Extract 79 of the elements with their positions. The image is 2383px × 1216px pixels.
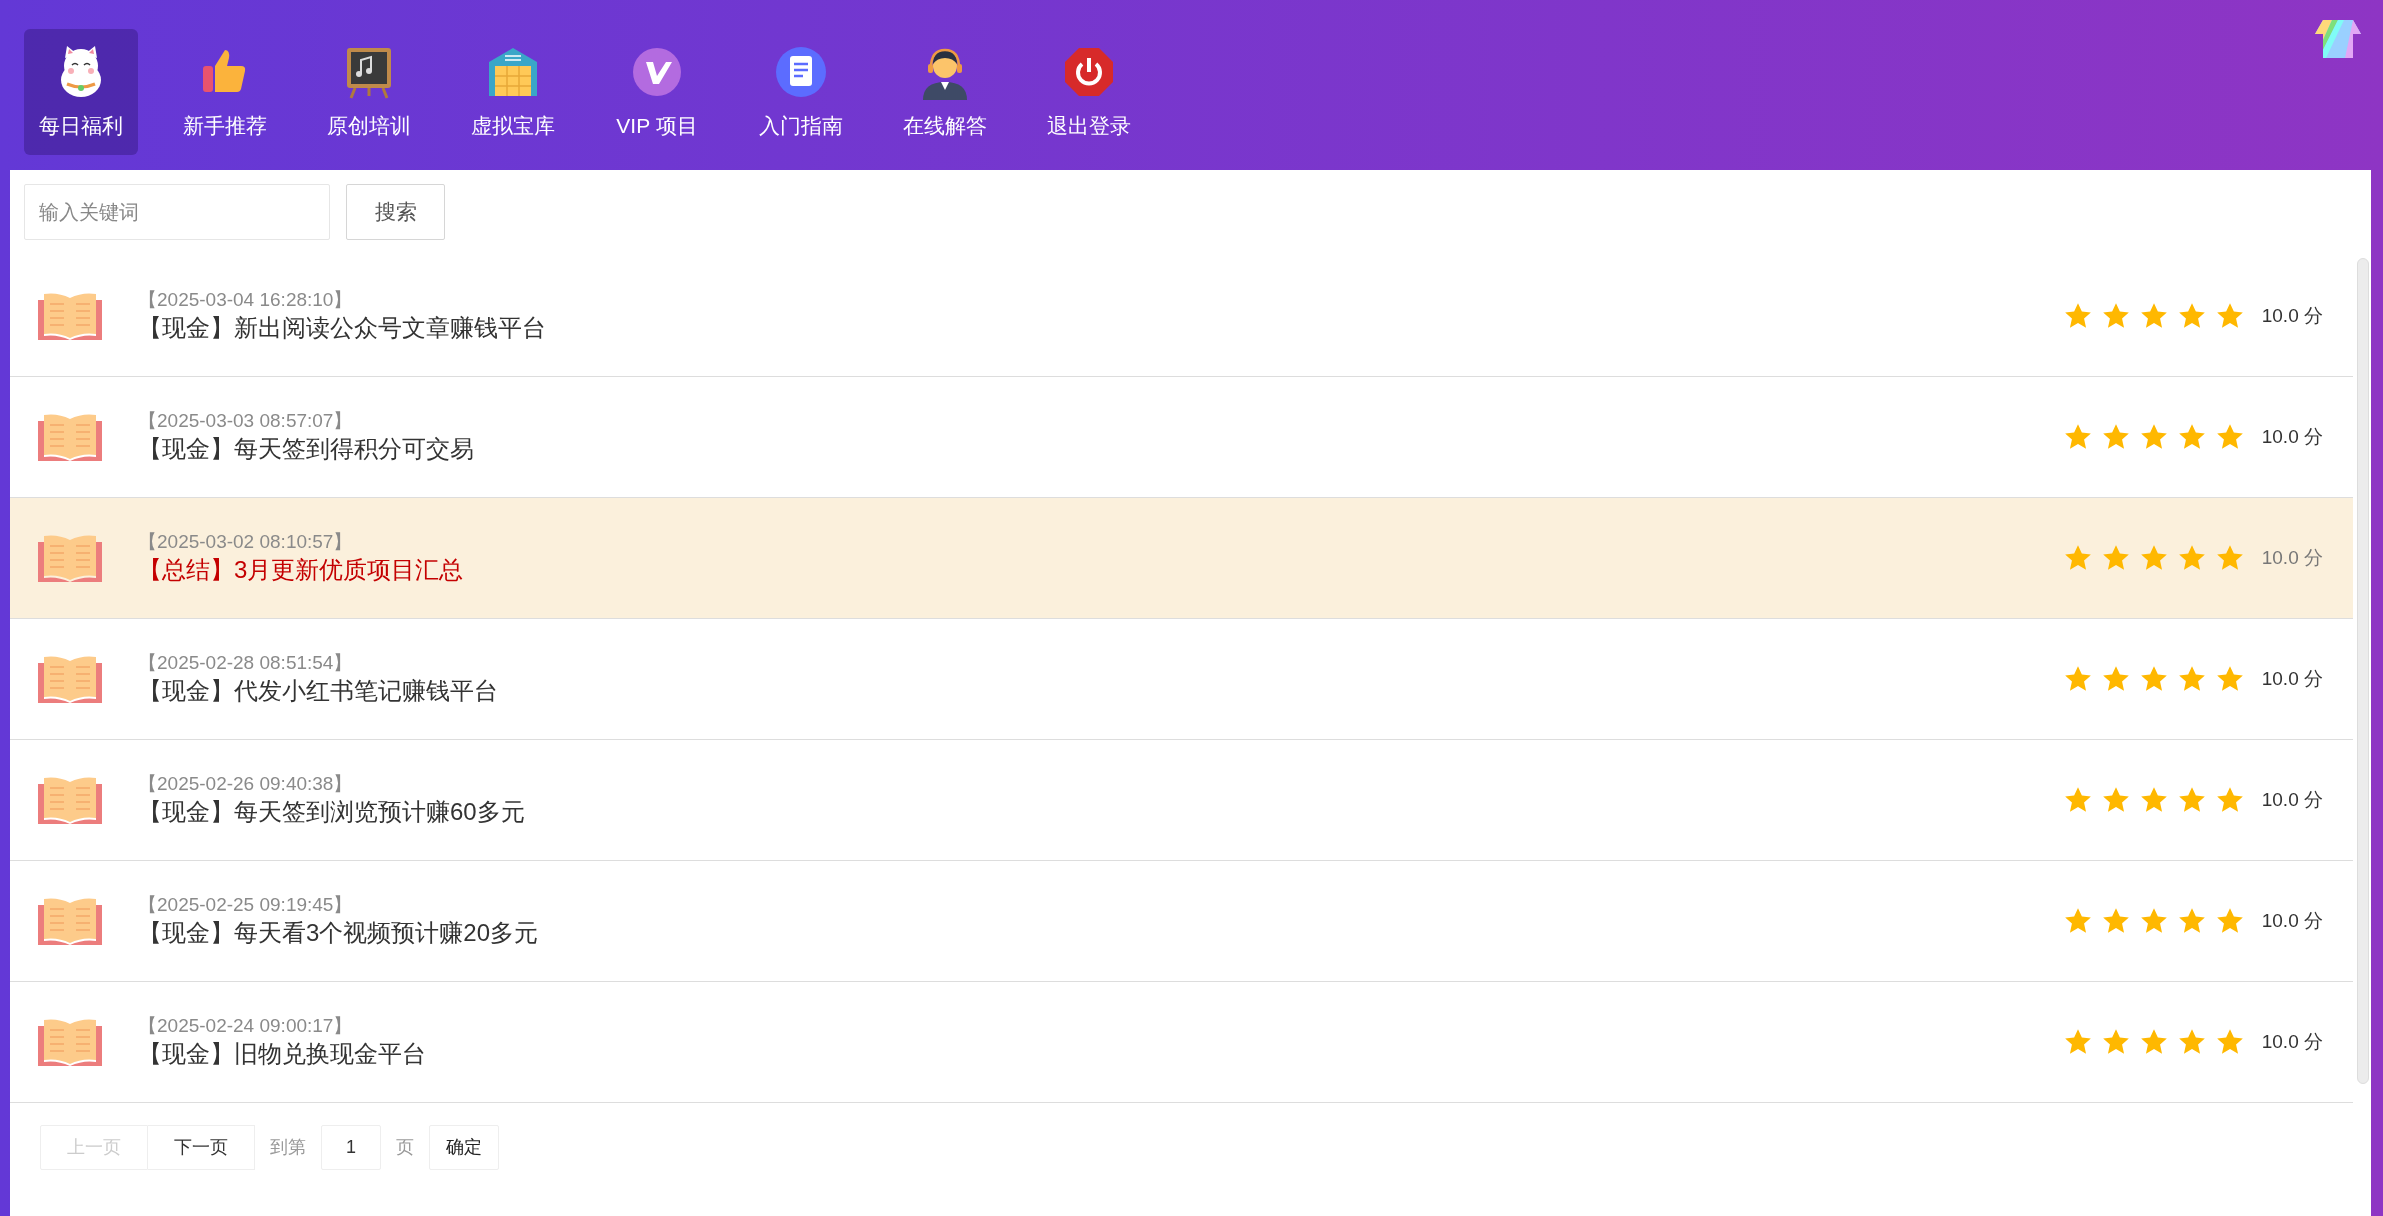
item-title[interactable]: 【现金】旧物兑换现金平台	[138, 1037, 2064, 1069]
star-icon	[2215, 1028, 2244, 1056]
list-row[interactable]: 【2025-03-02 08:10:57】 【总结】3月更新优质项目汇总 10.0 分	[10, 498, 2353, 619]
goto-label: 到第	[270, 1136, 306, 1159]
nav-item[interactable]: VIP 项目	[600, 29, 714, 155]
nav-item[interactable]: 在线解答	[888, 29, 1002, 155]
star-icon	[2101, 1028, 2130, 1056]
nav-item[interactable]: 入门指南	[744, 29, 858, 155]
star-icon	[2177, 907, 2206, 935]
scrollbar[interactable]	[2357, 258, 2369, 1084]
score: 10.0 分	[2261, 1029, 2323, 1054]
star-icon	[2101, 907, 2130, 935]
star-icon	[2215, 907, 2244, 935]
star-icon	[2177, 423, 2206, 451]
star-icon	[2101, 302, 2130, 330]
score: 10.0 分	[2261, 666, 2323, 691]
star-icon	[2101, 786, 2130, 814]
star-icon	[2215, 544, 2244, 572]
timestamp: 【2025-03-03 08:57:07】	[138, 410, 354, 433]
star-icon	[2177, 665, 2206, 693]
star-icon	[2101, 423, 2130, 451]
star-icon	[2177, 544, 2206, 572]
nav-item[interactable]: 退出登录	[1032, 29, 1146, 155]
star-icon	[2139, 786, 2168, 814]
page-number-field[interactable]: 1	[321, 1125, 381, 1170]
next-page-button[interactable]: 下一页	[148, 1125, 255, 1170]
nav-item[interactable]: 每日福利	[24, 29, 138, 155]
timestamp: 【2025-02-24 09:00:17】	[138, 1015, 354, 1038]
star-icon	[2101, 544, 2130, 572]
item-title[interactable]: 【总结】3月更新优质项目汇总	[138, 553, 2064, 585]
item-title[interactable]: 【现金】代发小红书笔记赚钱平台	[138, 674, 2064, 706]
star-icon	[2063, 907, 2092, 935]
timestamp: 【2025-03-02 08:10:57】	[138, 531, 354, 554]
score: 10.0 分	[2261, 424, 2323, 449]
timestamp: 【2025-02-26 09:40:38】	[138, 773, 354, 796]
nav-item[interactable]: 新手推荐	[168, 29, 282, 155]
search-button[interactable]: 搜索	[346, 184, 445, 240]
list-row[interactable]: 【2025-03-04 16:28:10】 【现金】新出阅读公众号文章赚钱平台 10.0 分	[10, 256, 2353, 377]
star-icon	[2063, 544, 2092, 572]
star-icon	[2177, 786, 2206, 814]
timestamp: 【2025-02-28 08:51:54】	[138, 652, 354, 675]
list-row[interactable]: 【2025-02-25 09:19:45】 【现金】每天看3个视频预计赚20多元 10.0 分	[10, 861, 2353, 982]
list-row[interactable]: 【2025-02-26 09:40:38】 【现金】每天签到浏览预计赚60多元 10.0 分	[10, 740, 2353, 861]
star-icon	[2139, 1028, 2168, 1056]
nav-item[interactable]: 原创培训	[312, 29, 426, 155]
nav-item[interactable]: 虚拟宝库	[456, 29, 570, 155]
star-icon	[2215, 786, 2244, 814]
star-icon	[2063, 665, 2092, 693]
star-icon	[2139, 907, 2168, 935]
star-icon	[2063, 302, 2092, 330]
search-field[interactable]: 输入关键词	[24, 184, 330, 240]
star-icon	[2139, 665, 2168, 693]
confirm-button[interactable]: 确定	[429, 1125, 499, 1170]
star-icon	[2215, 423, 2244, 451]
timestamp: 【2025-02-25 09:19:45】	[138, 894, 354, 917]
timestamp: 【2025-03-04 16:28:10】	[138, 289, 354, 312]
star-icon	[2063, 1028, 2092, 1056]
star-icon	[2101, 665, 2130, 693]
score: 10.0 分	[2261, 787, 2323, 812]
item-title[interactable]: 【现金】每天看3个视频预计赚20多元	[138, 916, 2064, 948]
star-icon	[2215, 302, 2244, 330]
star-icon	[2139, 544, 2168, 572]
page-label: 页	[396, 1136, 414, 1159]
star-icon	[2063, 423, 2092, 451]
item-title[interactable]: 【现金】新出阅读公众号文章赚钱平台	[138, 311, 2064, 343]
star-icon	[2177, 302, 2206, 330]
item-title[interactable]: 【现金】每天签到得积分可交易	[138, 432, 2064, 464]
score: 10.0 分	[2261, 303, 2323, 328]
item-title[interactable]: 【现金】每天签到浏览预计赚60多元	[138, 795, 2064, 827]
score: 10.0 分	[2261, 908, 2323, 933]
list-row[interactable]: 【2025-02-24 09:00:17】 【现金】旧物兑换现金平台 10.0 分	[10, 982, 2353, 1103]
star-icon	[2215, 665, 2244, 693]
shirt-icon[interactable]	[2315, 20, 2361, 58]
star-icon	[2063, 786, 2092, 814]
list-row[interactable]: 【2025-02-28 08:51:54】 【现金】代发小红书笔记赚钱平台 10.0 分	[10, 619, 2353, 740]
score: 10.0 分	[2261, 545, 2323, 570]
star-icon	[2139, 302, 2168, 330]
star-icon	[2177, 1028, 2206, 1056]
star-icon	[2139, 423, 2168, 451]
